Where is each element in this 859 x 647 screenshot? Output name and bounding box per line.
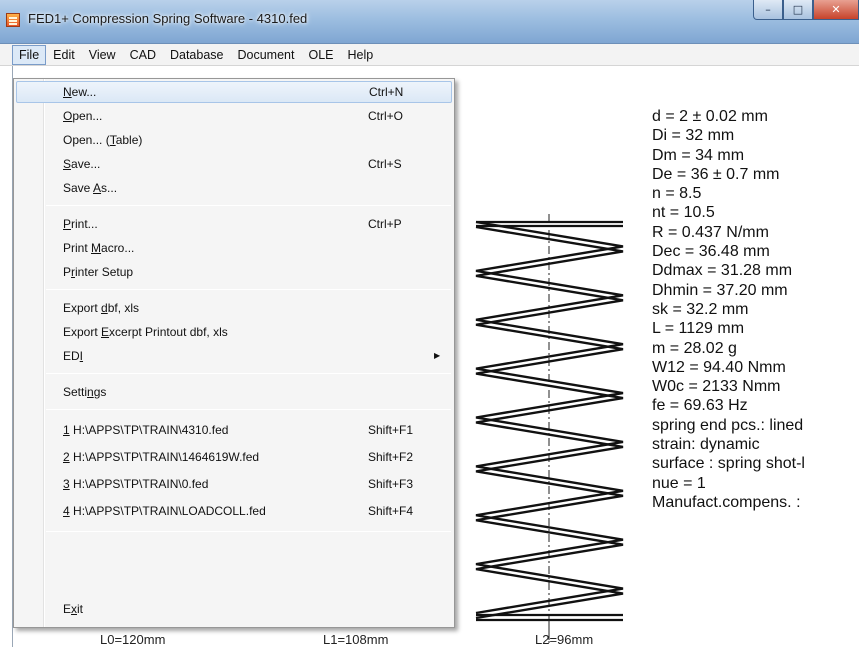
dim-label-l1: L1=108mm — [323, 632, 389, 647]
menu-separator — [46, 205, 451, 206]
prop-sk: sk = 32.2 mm — [652, 300, 749, 318]
prop-end-pieces: spring end pcs.: lined — [652, 416, 804, 434]
menu-item-recent-4[interactable]: 4 H:\APPS\TP\TRAIN\LOADCOLL.fed Shift+F4 — [16, 500, 452, 522]
prop-dec: Dec = 36.48 mm — [652, 243, 770, 261]
prop-active-coils: n = 8.5 — [652, 185, 702, 203]
prop-spring-rate: R = 0.437 N/mm — [652, 223, 769, 241]
menu-item-new[interactable]: New... Ctrl+N — [16, 81, 452, 103]
menu-item-recent-2[interactable]: 2 H:\APPS\TP\TRAIN\1464619W.fed Shift+F2 — [16, 446, 452, 468]
submenu-arrow-icon: ▶ — [434, 351, 441, 360]
dim-label-l2: L2=96mm — [535, 632, 594, 647]
menu-separator — [46, 409, 451, 410]
menu-item-print-macro[interactable]: Print Macro... — [16, 237, 452, 259]
prop-outer-diameter: De = 36 ± 0.7 mm — [652, 165, 780, 183]
menu-item-recent-3[interactable]: 3 H:\APPS\TP\TRAIN\0.fed Shift+F3 — [16, 473, 452, 495]
prop-strain: strain: dynamic — [652, 436, 760, 454]
menu-item-save[interactable]: Save... Ctrl+S — [16, 153, 452, 175]
spring-properties: d = 2 ± 0.02 mm Di = 32 mm Dm = 34 mm De… — [652, 107, 805, 512]
menu-separator — [46, 373, 451, 374]
prop-inner-diameter: Di = 32 mm — [652, 127, 735, 145]
menu-item-recent-1[interactable]: 1 H:\APPS\TP\TRAIN\4310.fed Shift+F1 — [16, 419, 452, 441]
prop-surface: surface : spring shot-l — [652, 455, 805, 473]
prop-wire-diameter: d = 2 ± 0.02 mm — [652, 108, 768, 125]
prop-mass: m = 28.02 g — [652, 339, 737, 357]
file-menu-dropdown: New... Ctrl+N Open... Ctrl+O Open... (Tabl… — [13, 78, 455, 628]
menu-separator — [46, 289, 451, 290]
menu-item-settings[interactable]: Settings — [16, 381, 452, 403]
prop-nue: nue = 1 — [652, 474, 706, 492]
menu-item-open[interactable]: Open... Ctrl+O — [16, 105, 452, 127]
dim-label-l0: L0=120mm — [100, 632, 166, 647]
menu-separator — [46, 531, 451, 532]
menu-item-open-table[interactable]: Open... (Table) — [16, 129, 452, 151]
prop-frequency: fe = 69.63 Hz — [652, 397, 748, 415]
prop-dhmin: Dhmin = 37.20 mm — [652, 281, 788, 299]
prop-total-coils: nt = 10.5 — [652, 204, 715, 222]
menu-item-export-excerpt[interactable]: Export Excerpt Printout dbf, xls — [16, 321, 452, 343]
menu-item-exit[interactable]: Exit — [16, 598, 452, 620]
menu-item-export-dbf[interactable]: Export dbf, xls — [16, 297, 452, 319]
prop-ddmax: Ddmax = 31.28 mm — [652, 262, 793, 280]
menu-item-save-as[interactable]: Save As... — [16, 177, 452, 199]
prop-manufact-compens: Manufact.compens. : — [652, 493, 801, 511]
prop-w12: W12 = 94.40 Nmm — [652, 358, 786, 376]
prop-wire-length: L = 1129 mm — [652, 320, 745, 338]
prop-mean-diameter: Dm = 34 mm — [652, 146, 745, 164]
menu-item-print[interactable]: Print... Ctrl+P — [16, 213, 452, 235]
prop-w0c: W0c = 2133 Nmm — [652, 378, 781, 396]
menu-item-edi[interactable]: EDI ▶ — [16, 345, 452, 367]
menu-item-printer-setup[interactable]: Printer Setup — [16, 261, 452, 283]
